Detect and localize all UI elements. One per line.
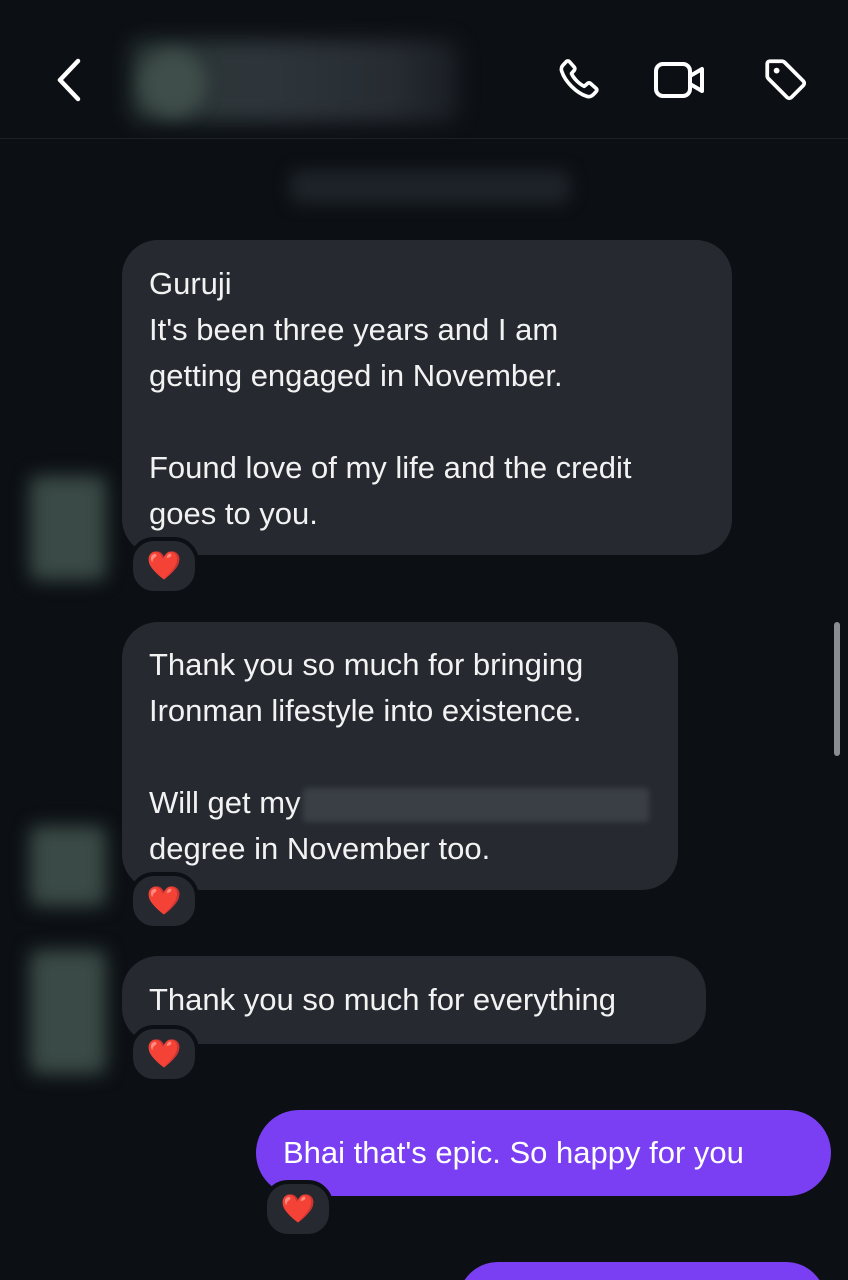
reaction-badge[interactable]: ❤️ bbox=[129, 1025, 199, 1083]
message-line: Found love of my life and the credit bbox=[149, 450, 632, 485]
message-line: goes to you. bbox=[149, 496, 318, 531]
heart-icon: ❤️ bbox=[146, 884, 182, 917]
message-bubble-incoming[interactable]: Thank you so much for everything bbox=[122, 956, 706, 1044]
message-line: Bhai that's epic. So happy for you bbox=[283, 1135, 744, 1170]
chat-header bbox=[0, 0, 848, 139]
tag-button[interactable] bbox=[758, 52, 814, 108]
heart-icon: ❤️ bbox=[146, 1037, 182, 1070]
message-line: getting engaged in November. bbox=[149, 358, 563, 393]
contact-avatar[interactable] bbox=[140, 50, 206, 116]
heart-icon: ❤️ bbox=[280, 1192, 316, 1225]
call-button[interactable] bbox=[550, 52, 606, 108]
message-line: Ironman lifestyle into existence. bbox=[149, 693, 582, 728]
scrollbar[interactable] bbox=[834, 622, 840, 756]
message-line: degree in November too. bbox=[149, 831, 491, 866]
sender-avatar[interactable] bbox=[30, 950, 106, 1074]
message-bubble-outgoing[interactable]: Bhai that's epic. So happy for you bbox=[256, 1110, 831, 1196]
back-button[interactable] bbox=[44, 50, 94, 110]
chat-screen: Guruji It's been three years and I am ge… bbox=[0, 0, 848, 1280]
message-bubble-outgoing[interactable] bbox=[458, 1262, 826, 1280]
reaction-badge[interactable]: ❤️ bbox=[129, 537, 199, 595]
sender-avatar[interactable] bbox=[30, 826, 106, 906]
message-text: Will get my bbox=[149, 785, 301, 820]
heart-icon: ❤️ bbox=[146, 549, 182, 582]
sender-avatar[interactable] bbox=[30, 476, 106, 580]
reaction-badge[interactable]: ❤️ bbox=[263, 1180, 333, 1238]
message-line: It's been three years and I am bbox=[149, 312, 559, 347]
message-line: Guruji bbox=[149, 266, 232, 301]
phone-icon bbox=[559, 59, 599, 99]
message-line: Thank you so much for everything bbox=[149, 982, 616, 1017]
message-bubble-incoming[interactable]: Guruji It's been three years and I am ge… bbox=[122, 240, 732, 555]
video-camera-icon bbox=[654, 62, 704, 98]
message-bubble-incoming[interactable]: Thank you so much for bringing Ironman l… bbox=[122, 622, 678, 890]
message-line: Thank you so much for bringing bbox=[149, 647, 584, 682]
video-call-button[interactable] bbox=[652, 52, 708, 108]
chevron-left-icon bbox=[57, 58, 81, 102]
tag-icon bbox=[765, 59, 807, 101]
reaction-badge[interactable]: ❤️ bbox=[129, 872, 199, 930]
timestamp-blurred bbox=[290, 170, 570, 204]
redacted-text bbox=[302, 787, 649, 822]
message-line: Will get my bbox=[149, 780, 678, 826]
